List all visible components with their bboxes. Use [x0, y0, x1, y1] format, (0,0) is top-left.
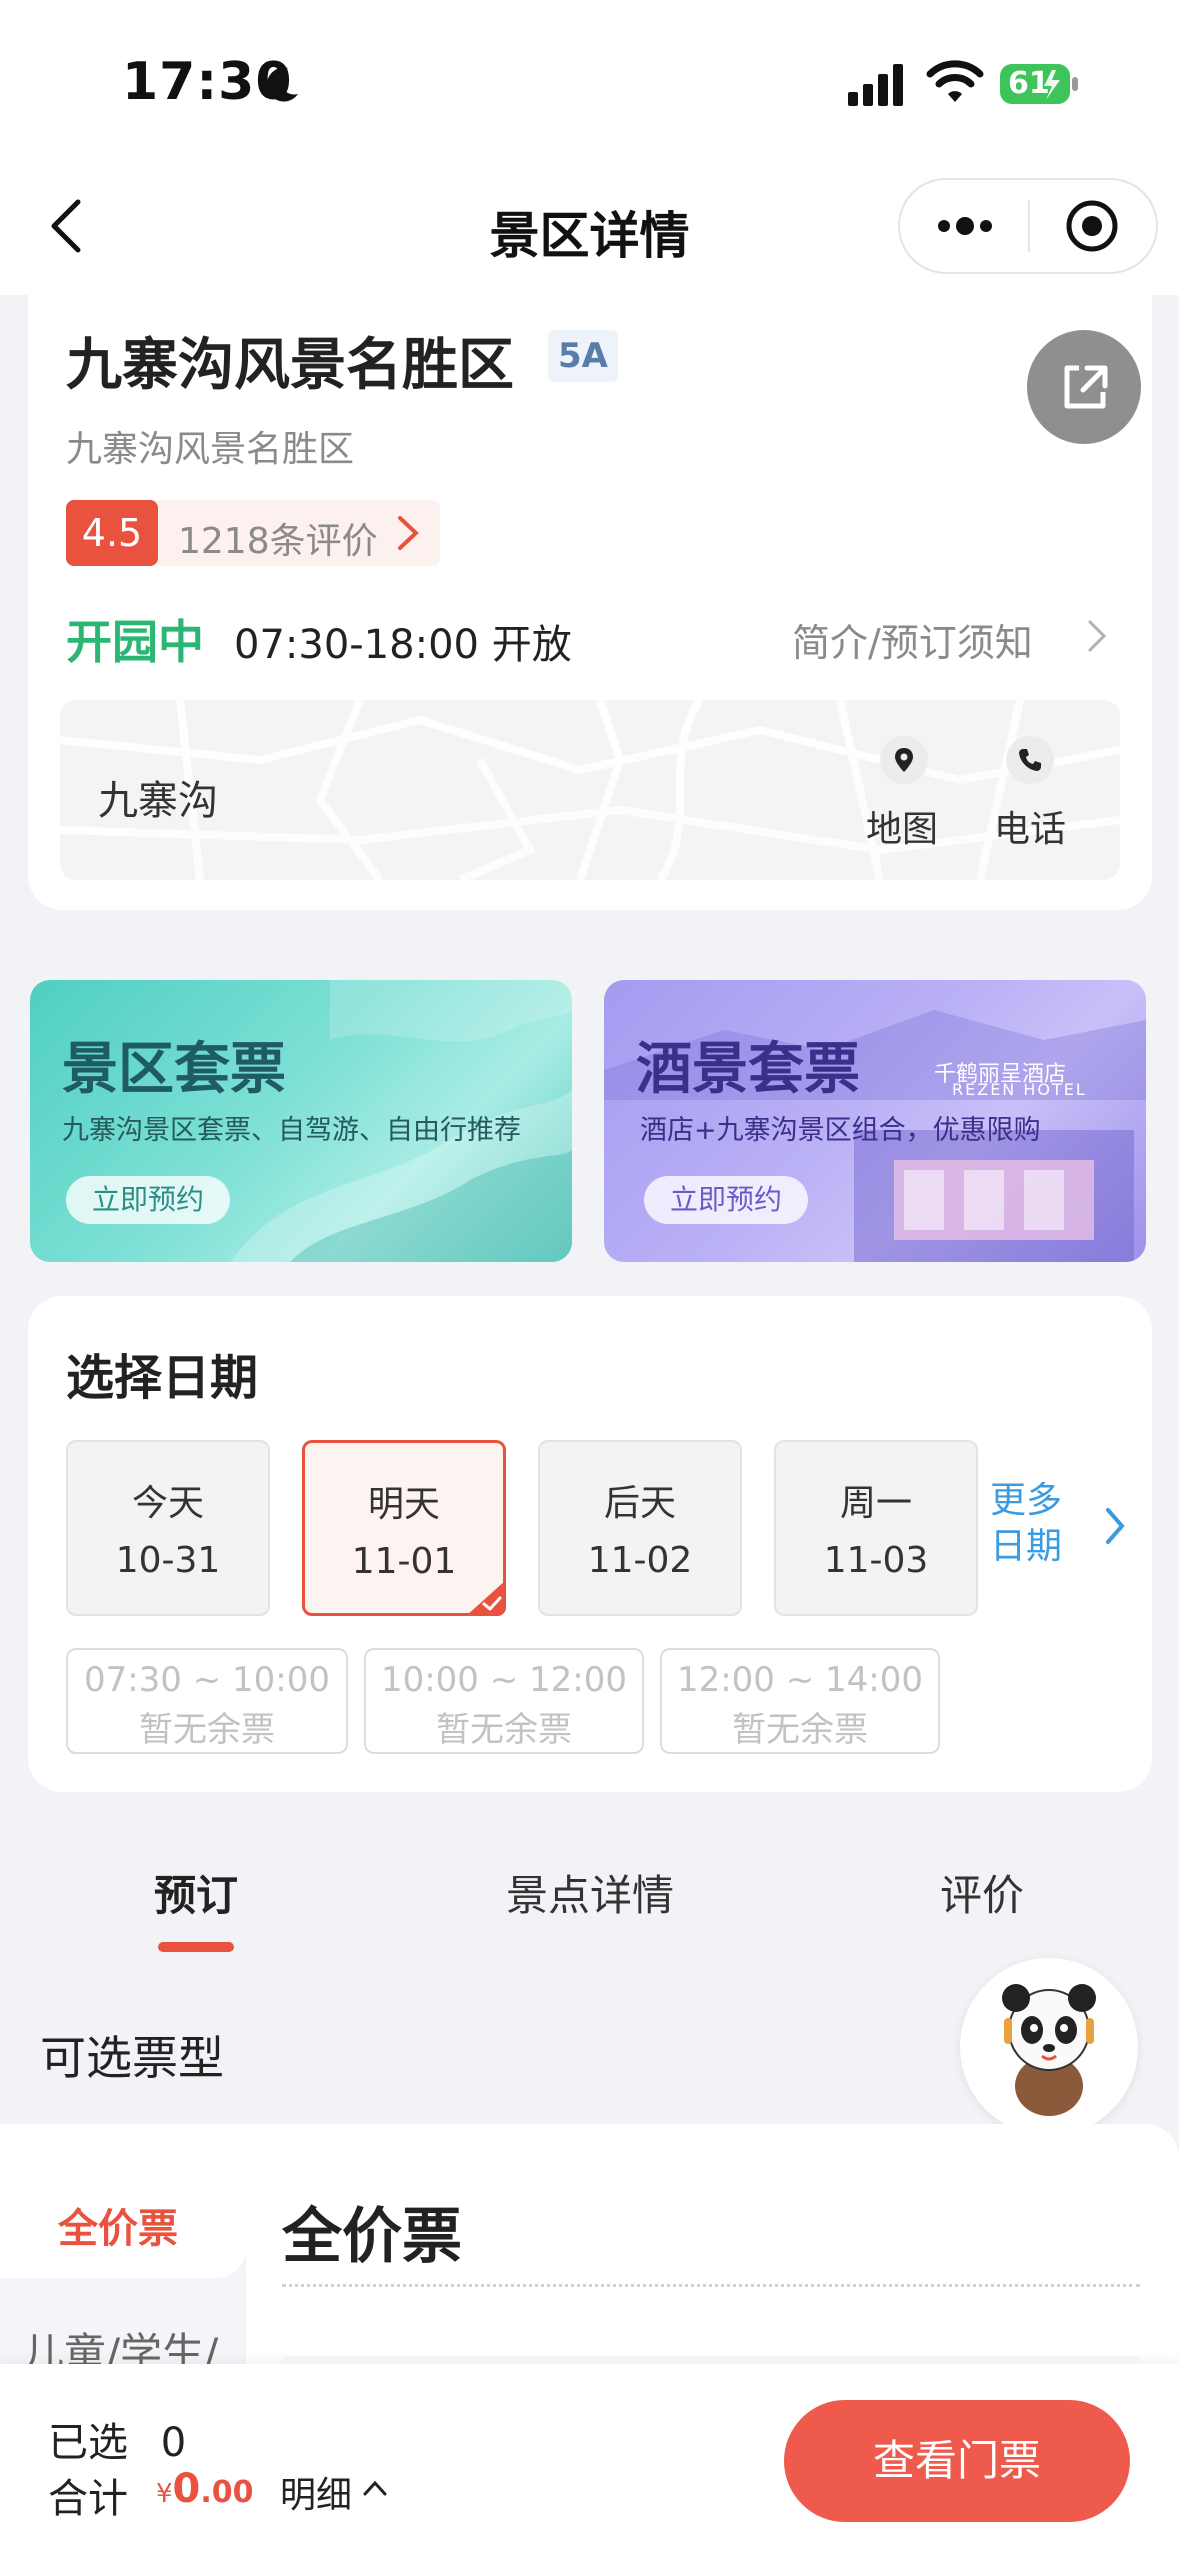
battery-indicator: 61	[1000, 62, 1080, 106]
selected-label: 已选	[48, 2420, 128, 2466]
date-value: 11-03	[823, 1540, 929, 1581]
price-detail-toggle[interactable]: 明细	[280, 2466, 352, 2518]
more-dots-icon[interactable]	[934, 206, 996, 246]
chevron-right-icon[interactable]	[1104, 1506, 1126, 1546]
notice-link[interactable]: 简介/预订须知	[792, 612, 1033, 667]
currency-symbol: ¥	[156, 2479, 173, 2509]
date-option[interactable]: 后天 11-02	[538, 1440, 742, 1616]
banner-title: 酒景套票	[636, 1036, 860, 1102]
time-slot-range: 12:00 ~ 14:00	[676, 1660, 924, 1700]
map-roads	[60, 700, 1120, 880]
time-slot-range: 10:00 ~ 12:00	[380, 1660, 628, 1700]
tab-reviews[interactable]: 评价	[940, 1862, 1024, 1923]
date-picker-title: 选择日期	[66, 1350, 259, 1406]
reserve-button[interactable]: 立即预约	[66, 1176, 230, 1224]
share-button[interactable]	[1027, 330, 1141, 444]
level-badge: 5A	[548, 330, 618, 382]
ticket-category-title: 全价票	[282, 2202, 462, 2272]
open-status: 开园中	[66, 615, 204, 669]
time-slot-status: 暂无余票	[139, 1710, 275, 1750]
hotel-logo-text-en: REZEN HOTEL	[952, 1080, 1087, 1099]
time-slot-status: 暂无余票	[436, 1710, 572, 1750]
more-dates-line1: 更多	[990, 1480, 1063, 1521]
review-count: 1218条评价	[178, 521, 378, 562]
spot-name: 九寨沟风景名胜区	[66, 333, 514, 398]
chevron-right-icon	[398, 516, 419, 550]
time-slot: 12:00 ~ 14:00 暂无余票	[660, 1648, 940, 1754]
capsule-divider	[1028, 200, 1030, 252]
date-option[interactable]: 周一 11-03	[774, 1440, 978, 1616]
ticket-category-full[interactable]: 全价票	[58, 2196, 178, 2254]
date-day-label: 后天	[603, 1483, 676, 1524]
date-day-label: 周一	[839, 1483, 912, 1524]
reserve-button[interactable]: 立即预约	[644, 1176, 808, 1224]
date-value: 10-31	[115, 1540, 221, 1581]
time-slot-range: 07:30 ~ 10:00	[83, 1660, 331, 1700]
tab-booking[interactable]: 预订	[154, 1862, 238, 1923]
moon-icon	[266, 67, 298, 102]
date-option[interactable]: 今天 10-31	[66, 1440, 270, 1616]
banner-title: 景区套票	[62, 1036, 286, 1102]
dotted-divider	[282, 2284, 1140, 2287]
panda-mascot-button[interactable]	[960, 1958, 1138, 2136]
banner-subtitle: 九寨沟景区套票、自驾游、自由行推荐	[62, 1115, 521, 1146]
phone-button-label[interactable]: 电话	[994, 800, 1066, 852]
check-icon	[466, 1580, 506, 1616]
view-tickets-button[interactable]: 查看门票	[784, 2400, 1130, 2522]
date-day-label: 今天	[131, 1483, 204, 1524]
total-price: ¥0.00	[156, 2466, 254, 2512]
date-day-label: 明天	[367, 1484, 440, 1525]
open-hours: 07:30-18:00 开放	[234, 622, 572, 668]
tab-spot-details[interactable]: 景点详情	[506, 1862, 674, 1923]
selected-count: 已选 0	[48, 2410, 186, 2468]
share-icon	[1064, 365, 1108, 409]
more-dates-link[interactable]: 更多 日期	[990, 1478, 1062, 1570]
date-value: 11-02	[587, 1540, 693, 1581]
time-slot-status: 暂无余票	[732, 1710, 868, 1750]
wifi-icon	[926, 60, 984, 102]
close-miniapp-icon[interactable]	[1064, 198, 1120, 254]
chevron-up-icon[interactable]	[362, 2478, 388, 2498]
time-slot: 10:00 ~ 12:00 暂无余票	[364, 1648, 644, 1754]
cellular-signal-icon	[848, 64, 903, 106]
time-slot: 07:30 ~ 10:00 暂无余票	[66, 1648, 348, 1754]
total-decimal: .00	[200, 2475, 254, 2510]
ticket-types-heading: 可选票型	[40, 2031, 224, 2085]
map-preview[interactable]	[60, 700, 1120, 880]
spot-subname: 九寨沟风景名胜区	[66, 429, 355, 470]
phone-icon[interactable]	[1006, 736, 1054, 784]
rating-score: 4.5	[66, 500, 158, 566]
battery-level: 61	[1008, 66, 1050, 101]
panda-mascot-icon	[1002, 1984, 1096, 2116]
active-tab-indicator	[158, 1942, 234, 1952]
map-button-label[interactable]: 地图	[866, 800, 938, 852]
date-value: 11-01	[351, 1541, 457, 1582]
total-int: 0	[172, 2466, 201, 2512]
map-location-name: 九寨沟	[98, 778, 218, 824]
more-dates-line2: 日期	[990, 1526, 1063, 1567]
banner-subtitle: 酒店+九寨沟景区组合，优惠限购	[640, 1115, 1041, 1146]
chevron-right-icon	[1088, 620, 1107, 652]
total-label: 合计	[48, 2476, 128, 2522]
selected-value: 0	[160, 2420, 187, 2466]
map-pin-icon[interactable]	[880, 736, 928, 784]
